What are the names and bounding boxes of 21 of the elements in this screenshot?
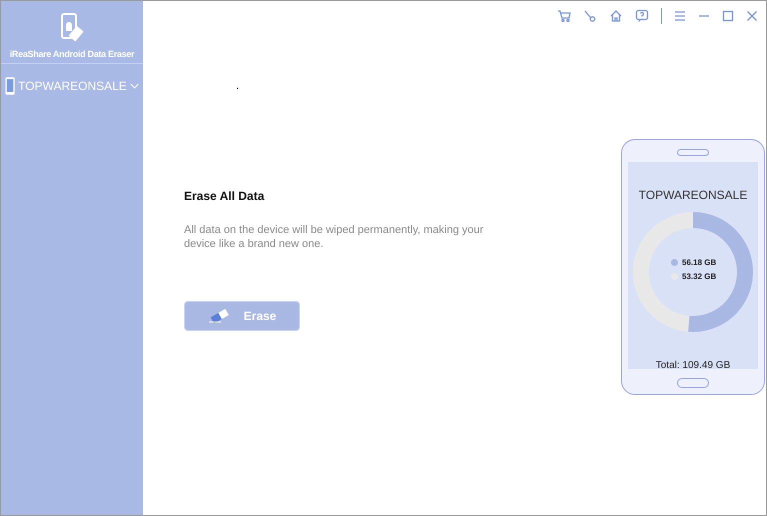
device-name: TOPWAREONSALE — [638, 188, 748, 202]
dot-mark: . — [236, 83, 240, 93]
phone-eraser-icon — [59, 13, 85, 43]
home-key — [677, 378, 709, 388]
section-heading: Erase All Data — [184, 189, 266, 203]
legend-label: 53.32 GB — [682, 272, 716, 281]
menu-icon[interactable] — [674, 10, 686, 22]
help-icon[interactable] — [635, 9, 649, 23]
device-selector[interactable]: TOPWAREONSALE — [1, 64, 143, 96]
speaker-slot — [677, 149, 709, 156]
app-title: iReaShare Android Data Eraser — [10, 49, 134, 59]
maximize-icon[interactable] — [722, 10, 734, 22]
home-icon[interactable] — [609, 9, 623, 23]
total-storage: Total: 109.49 GB — [656, 360, 730, 371]
cart-icon[interactable] — [557, 9, 571, 23]
description-text: All data on the device will be wiped permanently, making your device like a brand new one. — [184, 223, 484, 251]
legend-label: 56.18 GB — [682, 258, 716, 267]
close-icon[interactable] — [746, 10, 758, 22]
eraser-icon — [208, 309, 230, 323]
phone-icon — [5, 76, 16, 96]
chevron-icon — [130, 83, 139, 89]
